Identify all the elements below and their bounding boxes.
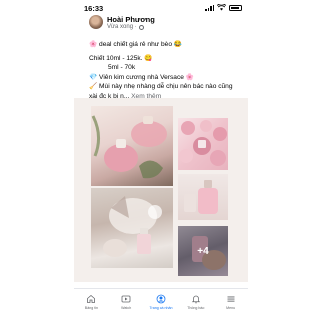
- post-author[interactable]: Hoài Phương: [107, 15, 155, 24]
- tab-label: Menu: [226, 306, 236, 310]
- tab-label: Thông báo: [187, 306, 205, 310]
- signal-icon: [205, 4, 214, 11]
- profile-icon: [156, 294, 166, 304]
- tab-label: Watch: [121, 306, 132, 310]
- post-photo[interactable]: [178, 174, 228, 220]
- phone-screen: 16:33 Hoài Phương Vừa xong · 🌸 deal chiế…: [74, 0, 248, 320]
- post-meta: Vừa xong ·: [107, 24, 144, 30]
- post-header: Hoài Phương Vừa xong ·: [74, 14, 248, 36]
- post-timestamp: Vừa xong ·: [107, 24, 137, 30]
- home-icon: [87, 294, 96, 303]
- diamond-icon: 💎: [89, 73, 98, 81]
- post-photo[interactable]: [91, 188, 173, 268]
- post-line: 💎 Viên kim cương nhà Versace 🌸: [89, 73, 194, 81]
- photo-grid: +4: [74, 98, 248, 282]
- tab-menu[interactable]: Menu: [213, 289, 248, 320]
- pink-bottle-image: [184, 180, 218, 214]
- post-photo[interactable]: +4: [178, 226, 228, 276]
- post-photo[interactable]: [91, 106, 173, 186]
- post-photo[interactable]: [178, 118, 228, 170]
- tab-label: Trang cá nhân: [149, 306, 173, 310]
- post-line: 🌸 deal chiết giá rẻ như bèo 😂: [89, 41, 183, 48]
- status-icons: [205, 4, 242, 11]
- perfume-boxes-image: [179, 120, 227, 166]
- globe-icon: [138, 24, 144, 30]
- status-time: 16:33: [84, 4, 104, 13]
- wifi-icon: [217, 4, 226, 11]
- post-line: 🧹 Mùi này nhẹ nhàng dễ chịu nên bác nào …: [89, 83, 233, 90]
- menu-icon: [227, 296, 235, 302]
- post-text: 🌸 deal chiết giá rẻ như bèo 😂 Chiết 10ml…: [89, 40, 239, 101]
- flower-icon: 🌸: [89, 41, 98, 48]
- bell-icon: [191, 295, 200, 304]
- avatar[interactable]: [89, 15, 103, 29]
- post-line: 5ml - 70k: [108, 64, 136, 71]
- broom-icon: 🧹: [89, 83, 98, 90]
- crystal-bottles-image: [103, 196, 162, 257]
- tab-profile[interactable]: Trang cá nhân: [144, 289, 179, 320]
- video-icon: [121, 295, 131, 303]
- battery-icon: [229, 4, 242, 11]
- more-photos-overlay[interactable]: +4: [178, 226, 228, 276]
- bottom-tab-bar: Bảng tin Watch Trang cá nhân Thông báo M…: [74, 288, 248, 320]
- tab-watch[interactable]: Watch: [109, 289, 144, 320]
- perfume-bottles-image: [91, 115, 167, 179]
- tab-home[interactable]: Bảng tin: [74, 289, 109, 320]
- tab-label: Bảng tin: [84, 306, 98, 310]
- post-line: Chiết 10ml - 125k. 😋: [89, 54, 153, 62]
- tab-notifications[interactable]: Thông báo: [178, 289, 213, 320]
